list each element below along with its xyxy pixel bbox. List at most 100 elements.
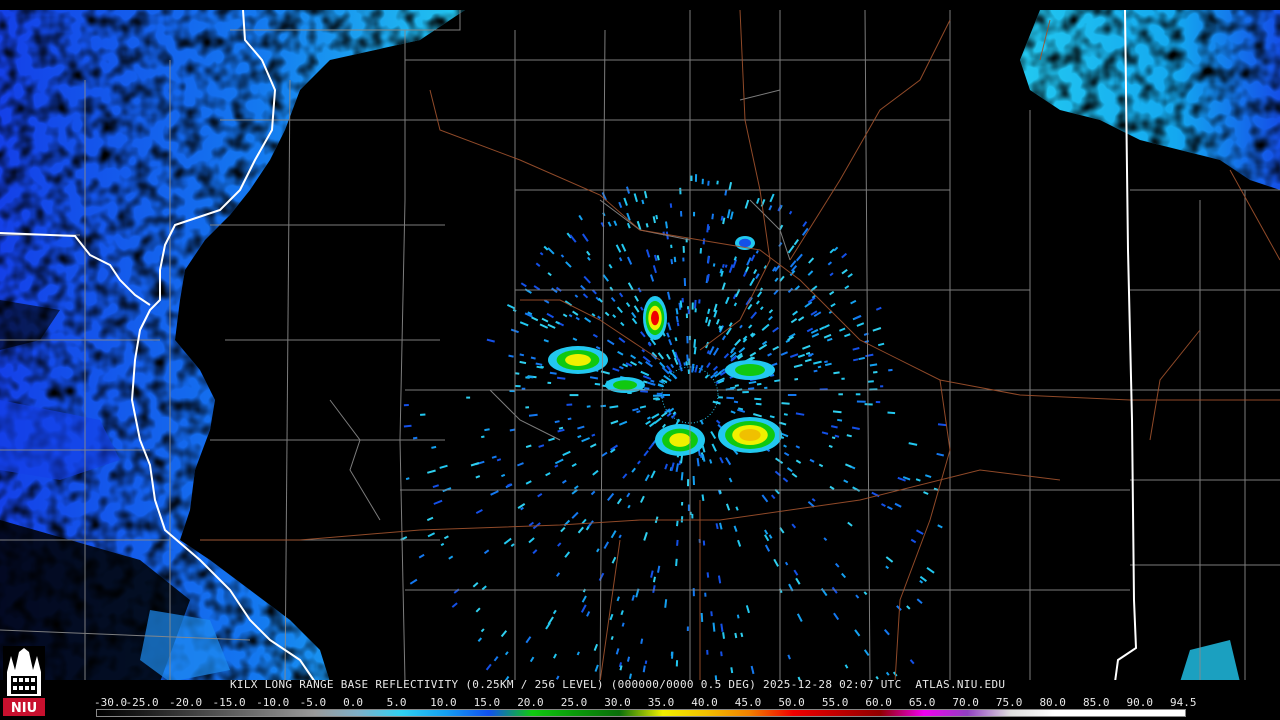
- radar-echo: [607, 221, 612, 227]
- radar-echo: [561, 479, 567, 484]
- radar-echo: [730, 410, 736, 414]
- radar-echo: [618, 257, 623, 262]
- radar-echo: [843, 479, 849, 484]
- color-scale-label: 55.0: [821, 696, 849, 709]
- radar-echo: [877, 342, 885, 347]
- radar-echo: [590, 490, 596, 496]
- radar-echo: [872, 327, 882, 332]
- radar-echo: [728, 477, 733, 483]
- radar-echo: [807, 501, 815, 508]
- radar-echo: [811, 332, 820, 338]
- radar-echo: [509, 428, 516, 432]
- radar-echo: [594, 382, 601, 386]
- radar-echo: [712, 263, 716, 267]
- radar-echo: [525, 444, 532, 449]
- radar-echo: [644, 387, 650, 390]
- radar-echo: [531, 316, 539, 322]
- radar-echo: [885, 565, 890, 570]
- radar-echo: [403, 424, 412, 428]
- radar-echo: [585, 526, 590, 531]
- radar-echo: [626, 256, 633, 265]
- radar-echo: [427, 532, 436, 538]
- radar-echo: [768, 309, 774, 314]
- radar-echo: [829, 485, 835, 490]
- radar-echo: [486, 338, 495, 343]
- radar-echo: [608, 263, 613, 269]
- radar-echo: [829, 272, 834, 277]
- radar-echo: [830, 425, 838, 429]
- radar-echo: [483, 549, 490, 555]
- radar-echo: [755, 402, 762, 406]
- radar-echo: [617, 350, 624, 356]
- radar-echo: [771, 362, 778, 367]
- radar-echo: [721, 263, 725, 268]
- radar-echo: [621, 243, 627, 252]
- radar-echo: [783, 444, 787, 448]
- radar-echo: [571, 463, 577, 468]
- radar-echo: [809, 458, 815, 463]
- radar-echo: [724, 264, 728, 268]
- radar-echo: [641, 348, 646, 353]
- color-scale-label: 65.0: [908, 696, 936, 709]
- radar-echo: [715, 318, 720, 325]
- radar-echo: [796, 613, 803, 622]
- color-scale-label: -20.0: [169, 696, 203, 709]
- radar-echo: [554, 420, 560, 424]
- radar-echo: [847, 521, 853, 527]
- radar-echo: [756, 197, 760, 204]
- color-scale-label: 5.0: [386, 696, 407, 709]
- radar-echo: [642, 375, 652, 380]
- radar-echo: [909, 659, 915, 665]
- radar-echo: [707, 319, 712, 327]
- radar-echo: [797, 353, 806, 358]
- radar-map: [0, 9, 1280, 682]
- color-scale-bar: [96, 709, 1186, 717]
- radar-echo: [787, 654, 791, 660]
- radar-echo: [525, 480, 532, 485]
- radar-echo: [506, 303, 516, 310]
- radar-echo: [701, 445, 706, 453]
- radar-echo: [747, 303, 753, 310]
- radar-echo: [520, 282, 527, 288]
- radar-echo: [712, 347, 720, 356]
- radar-echo: [581, 595, 587, 603]
- radar-echo: [710, 430, 717, 440]
- radar-echo: [670, 258, 674, 265]
- radar-echo: [691, 364, 694, 373]
- radar-echo: [872, 371, 878, 374]
- radar-echo: [761, 494, 769, 503]
- radar-echo: [761, 323, 770, 331]
- radar-echo: [639, 405, 647, 409]
- radar-echo: [587, 256, 591, 261]
- radar-echo: [539, 323, 549, 329]
- radar-echo: [883, 629, 890, 636]
- radar-echo: [675, 316, 679, 323]
- radar-echo: [666, 412, 672, 418]
- radar-echo: [694, 299, 697, 309]
- radar-echo: [919, 579, 924, 584]
- radar-echo: [545, 472, 551, 477]
- radar-echo: [670, 363, 675, 369]
- radar-echo: [582, 293, 589, 299]
- radar-echo: [525, 636, 532, 644]
- radar-echo: [647, 381, 654, 386]
- radar-echo: [517, 503, 526, 509]
- radar-echo: [706, 362, 711, 369]
- radar-echo: [626, 656, 631, 662]
- radar-echo: [830, 302, 836, 308]
- radar-echo: [748, 387, 755, 390]
- radar-echo: [477, 637, 483, 642]
- radar-echo: [607, 492, 615, 502]
- radar-echo: [740, 632, 744, 638]
- radar-echo: [510, 543, 515, 547]
- radar-echo: [595, 346, 601, 350]
- radar-echo: [668, 339, 673, 346]
- radar-echo: [855, 594, 860, 599]
- radar-echo: [591, 313, 596, 317]
- radar-echo: [515, 372, 520, 375]
- radar-echo: [645, 420, 651, 426]
- radar-echo: [792, 310, 799, 316]
- radar-echo: [794, 378, 799, 381]
- radar-echo: [554, 458, 564, 465]
- radar-echo: [558, 426, 564, 430]
